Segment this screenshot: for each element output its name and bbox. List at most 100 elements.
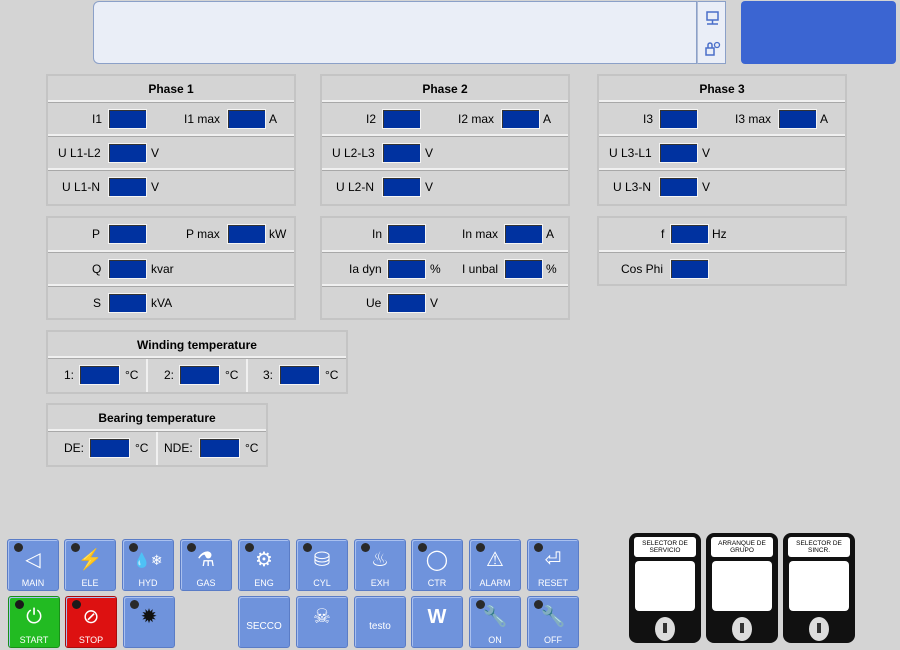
ul1n-unit: V xyxy=(151,180,160,194)
ul3l1-unit: V xyxy=(702,146,711,160)
cosphi-value xyxy=(670,259,709,279)
winding2-value xyxy=(179,365,220,385)
i2-value xyxy=(382,109,421,129)
start-icon: ⏻ xyxy=(26,606,42,628)
start-label: START xyxy=(19,635,49,645)
i1max-value xyxy=(227,109,266,129)
winding2-unit: °C xyxy=(225,368,239,382)
ul1l2-unit: V xyxy=(151,146,160,160)
ele-button[interactable]: ⚡ ELE xyxy=(64,539,116,591)
p-unit: kW xyxy=(269,227,287,241)
ctr-button[interactable]: ◯ CTR xyxy=(411,539,463,591)
reset-icon: ⏎ xyxy=(544,549,562,571)
secco-logo-icon: SECCO xyxy=(239,615,289,639)
eng-label: ENG xyxy=(254,578,274,588)
service-selector[interactable]: SELECTOR DE SERVICIO xyxy=(629,533,701,643)
hyd-button[interactable]: 💧❄ HYD xyxy=(122,539,174,591)
ul2l3-label: U L2-L3 xyxy=(332,146,375,160)
top-action-button[interactable] xyxy=(741,1,896,64)
off-label: OFF xyxy=(544,635,562,645)
main-button[interactable]: ◁ MAIN xyxy=(7,539,59,591)
in-value xyxy=(387,224,426,244)
lightning-icon: ⚡ xyxy=(77,549,103,571)
i2-unit: A xyxy=(543,112,552,126)
gas-label: GAS xyxy=(196,578,216,588)
exh-label: EXH xyxy=(370,578,390,588)
de-unit: °C xyxy=(135,441,149,455)
group-start-selector-window xyxy=(712,561,772,611)
i3-value xyxy=(659,109,698,129)
nde-label: NDE: xyxy=(164,441,193,455)
ul2l3-value xyxy=(382,143,421,163)
s-unit: kVA xyxy=(151,296,173,310)
i3-label: I3 xyxy=(643,112,654,126)
stop-button[interactable]: ⊘ STOP xyxy=(65,596,117,648)
control-icon: ◯ xyxy=(425,549,449,571)
in-unit: A xyxy=(546,227,555,241)
broken-glass-icon: ✹ xyxy=(140,606,158,628)
ul2n-label: U L2-N xyxy=(336,180,375,194)
phase1-panel: Phase 1 I1 I1 max A U L1-L2 V U L1-N V xyxy=(46,74,296,206)
q-value xyxy=(108,259,147,279)
ul1n-value xyxy=(108,177,147,197)
key-knob-icon[interactable] xyxy=(655,617,675,641)
alarm-button[interactable]: ⚠ ALARM xyxy=(469,539,521,591)
bearing-temperature-panel: Bearing temperature DE: °C NDE: °C xyxy=(46,403,268,467)
wrench-off-icon: 🔧 xyxy=(540,606,566,628)
ul3l1-label: U L3-L1 xyxy=(609,146,652,160)
xray-button[interactable]: ☠ xyxy=(296,596,348,648)
cylinder-icon: ⛁ xyxy=(313,549,331,571)
wrench-icon: 🔧 xyxy=(482,606,508,628)
network-icon[interactable] xyxy=(704,10,721,27)
key-knob-icon[interactable] xyxy=(732,617,752,641)
winding1-label: 1: xyxy=(64,368,75,382)
on-button[interactable]: 🔧 ON xyxy=(469,596,521,648)
i3-unit: A xyxy=(820,112,829,126)
testo-label: testo xyxy=(369,621,391,632)
pmax-label: P max xyxy=(186,227,220,241)
key-knob-icon[interactable] xyxy=(809,617,829,641)
ul1l2-value xyxy=(108,143,147,163)
w-button[interactable]: W xyxy=(411,596,463,648)
reset-button[interactable]: ⏎ RESET xyxy=(527,539,579,591)
off-button[interactable]: 🔧 OFF xyxy=(527,596,579,648)
secco-button[interactable]: SECCO xyxy=(238,596,290,648)
gas-button[interactable]: ⚗ GAS xyxy=(180,539,232,591)
lock-icon[interactable] xyxy=(704,40,721,57)
iadyn-value xyxy=(387,259,426,279)
p-value xyxy=(108,224,147,244)
ue-label: Ue xyxy=(366,296,382,310)
frequency-panel: f Hz Cos Phi xyxy=(597,216,847,286)
i1-value xyxy=(108,109,147,129)
ele-label: ELE xyxy=(81,578,99,588)
main-icon: ◁ xyxy=(25,549,41,571)
de-label: DE: xyxy=(64,441,85,455)
testo-button[interactable]: testo xyxy=(354,596,406,648)
eng-button[interactable]: ⚙ ENG xyxy=(238,539,290,591)
ul3n-unit: V xyxy=(702,180,711,194)
cyl-button[interactable]: ⛁ CYL xyxy=(296,539,348,591)
group-start-selector[interactable]: ARRANQUE DE GRUPO xyxy=(706,533,778,643)
power-panel: P P max kW Q kvar S kVA xyxy=(46,216,296,320)
iunbal-label: I unbal xyxy=(462,262,499,276)
broken-glass-button[interactable]: ✹ xyxy=(123,596,175,648)
on-label: ON xyxy=(488,635,502,645)
de-value xyxy=(89,438,130,458)
i1-unit: A xyxy=(269,112,278,126)
winding-title: Winding temperature xyxy=(48,332,346,358)
nde-value xyxy=(199,438,240,458)
engine-icon: ⚙ xyxy=(255,549,273,571)
sync-selector[interactable]: SELECTOR DE SINCR. xyxy=(783,533,855,643)
winding3-unit: °C xyxy=(325,368,339,382)
exh-button[interactable]: ♨ EXH xyxy=(354,539,406,591)
exhaust-icon: ♨ xyxy=(371,549,389,571)
i2-label: I2 xyxy=(366,112,377,126)
cosphi-label: Cos Phi xyxy=(621,262,664,276)
status-icons xyxy=(697,1,726,64)
pmax-value xyxy=(227,224,266,244)
water-snowflake-icon: 💧❄ xyxy=(133,552,163,568)
start-button[interactable]: ⏻ START xyxy=(8,596,60,648)
i2max-label: I2 max xyxy=(458,112,495,126)
ul3n-value xyxy=(659,177,698,197)
w-logo-icon: W xyxy=(427,606,447,628)
